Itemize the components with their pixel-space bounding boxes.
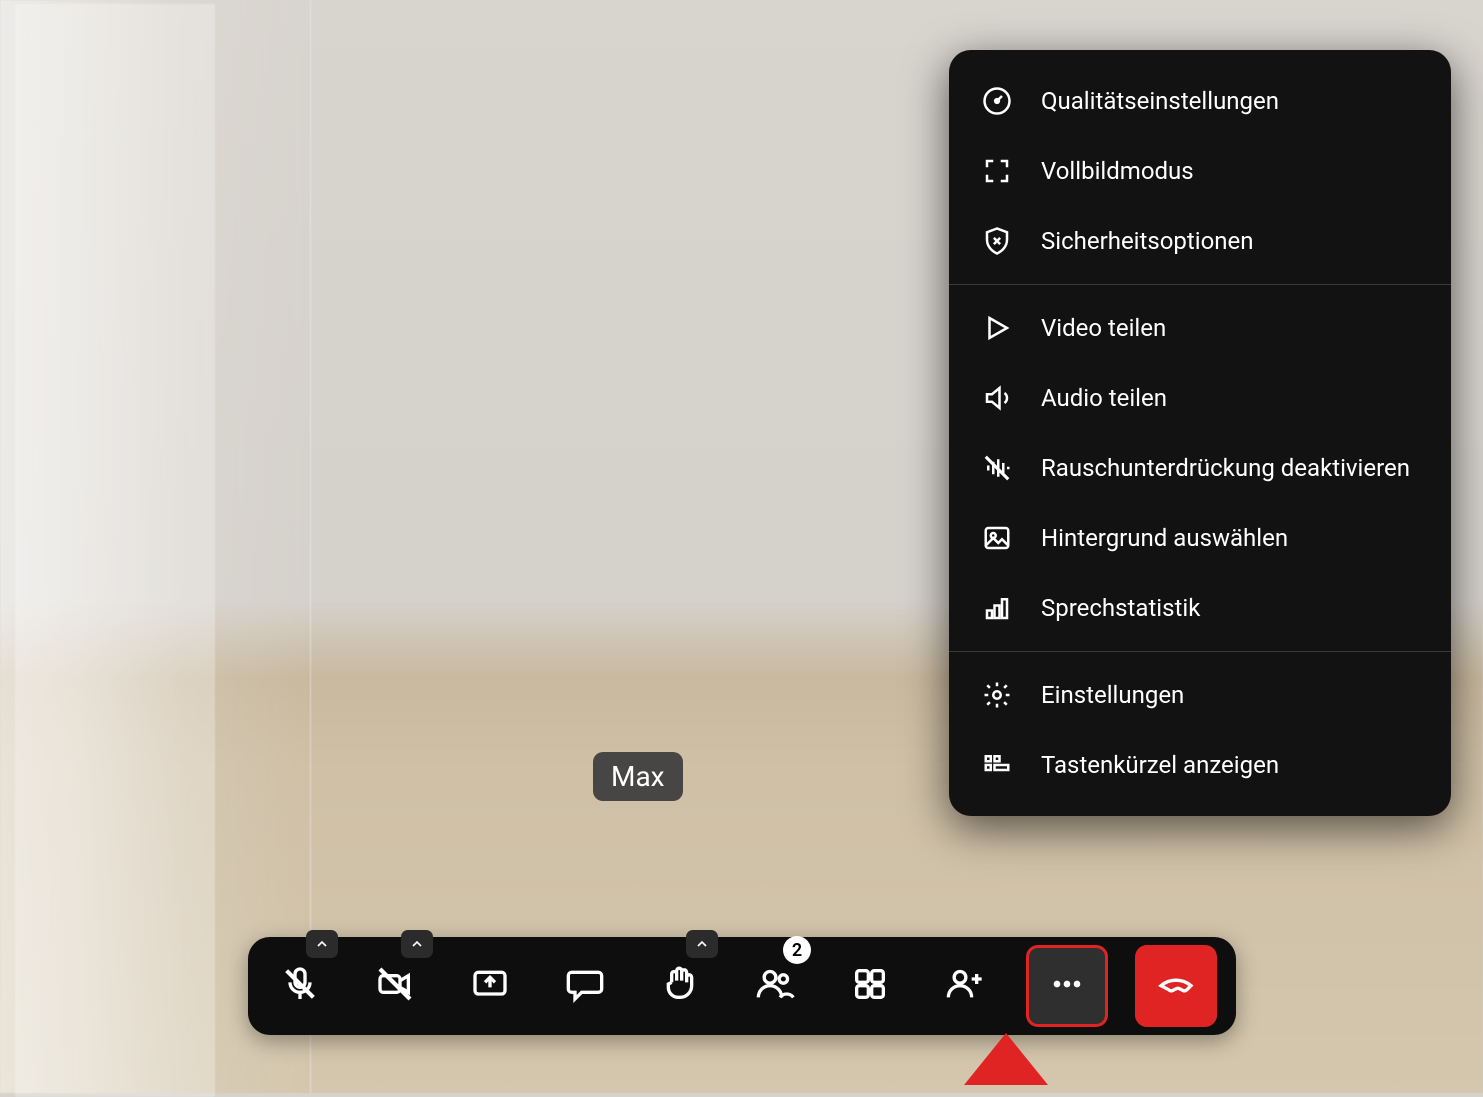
image-icon: [981, 522, 1013, 554]
gear-icon: [981, 679, 1013, 711]
menu-item-label: Rauschunterdrückung deaktivieren: [1041, 454, 1410, 482]
menu-item-label: Sprechstatistik: [1041, 594, 1200, 622]
annotation-pointer: [964, 1033, 1048, 1085]
camera-off-icon: [375, 964, 415, 1008]
camera-chevron[interactable]: [401, 930, 433, 958]
menu-item-label: Qualitätseinstellungen: [1041, 87, 1279, 115]
noise-off-icon: [981, 452, 1013, 484]
menu-item-label: Sicherheitsoptionen: [1041, 227, 1254, 255]
play-icon: [981, 312, 1013, 344]
more-actions-menu: Qualitätseinstellungen Vollbildmodus Sic…: [949, 50, 1451, 816]
camera-button[interactable]: [361, 952, 429, 1020]
menu-divider: [949, 651, 1451, 652]
menu-item-speaker-stats[interactable]: Sprechstatistik: [949, 573, 1451, 643]
menu-item-label: Hintergrund auswählen: [1041, 524, 1288, 552]
invite-icon: [945, 964, 985, 1008]
participant-name: Max: [611, 760, 665, 793]
mic-button[interactable]: [266, 952, 334, 1020]
menu-item-quality[interactable]: Qualitätseinstellungen: [949, 66, 1451, 136]
hangup-button[interactable]: [1135, 945, 1217, 1027]
mic-muted-icon: [280, 964, 320, 1008]
hand-chevron[interactable]: [686, 930, 718, 958]
participants-button[interactable]: 2: [741, 952, 809, 1020]
menu-item-label: Einstellungen: [1041, 681, 1184, 709]
menu-item-label: Audio teilen: [1041, 384, 1167, 412]
tile-view-button[interactable]: [836, 952, 904, 1020]
menu-item-fullscreen[interactable]: Vollbildmodus: [949, 136, 1451, 206]
hangup-icon: [1156, 964, 1196, 1008]
menu-divider: [949, 284, 1451, 285]
participants-icon: [755, 964, 795, 1008]
participant-name-tag: Max: [593, 752, 683, 801]
speaker-icon: [981, 382, 1013, 414]
keyboard-icon: [981, 749, 1013, 781]
menu-item-label: Video teilen: [1041, 314, 1166, 342]
menu-item-security[interactable]: Sicherheitsoptionen: [949, 206, 1451, 276]
raise-hand-icon: [660, 964, 700, 1008]
chevron-up-icon: [409, 936, 425, 952]
raise-hand-button[interactable]: [646, 952, 714, 1020]
fullscreen-icon: [981, 155, 1013, 187]
participants-count-badge: 2: [783, 936, 811, 964]
menu-item-background[interactable]: Hintergrund auswählen: [949, 503, 1451, 573]
chevron-up-icon: [314, 936, 330, 952]
chevron-up-icon: [694, 936, 710, 952]
call-toolbar: 2: [248, 937, 1236, 1035]
more-actions-button[interactable]: [1026, 945, 1108, 1027]
more-icon: [1047, 964, 1087, 1008]
menu-item-share-audio[interactable]: Audio teilen: [949, 363, 1451, 433]
menu-item-noise-suppression[interactable]: Rauschunterdrückung deaktivieren: [949, 433, 1451, 503]
menu-item-label: Vollbildmodus: [1041, 157, 1194, 185]
menu-item-share-video[interactable]: Video teilen: [949, 293, 1451, 363]
tile-view-icon: [850, 964, 890, 1008]
chat-button[interactable]: [551, 952, 619, 1020]
invite-button[interactable]: [931, 952, 999, 1020]
mic-chevron[interactable]: [306, 930, 338, 958]
gauge-icon: [981, 85, 1013, 117]
share-screen-button[interactable]: [456, 952, 524, 1020]
share-screen-icon: [470, 964, 510, 1008]
bar-chart-icon: [981, 592, 1013, 624]
shield-x-icon: [981, 225, 1013, 257]
chat-icon: [565, 964, 605, 1008]
menu-item-shortcuts[interactable]: Tastenkürzel anzeigen: [949, 730, 1451, 800]
menu-item-label: Tastenkürzel anzeigen: [1041, 751, 1279, 779]
menu-item-settings[interactable]: Einstellungen: [949, 660, 1451, 730]
